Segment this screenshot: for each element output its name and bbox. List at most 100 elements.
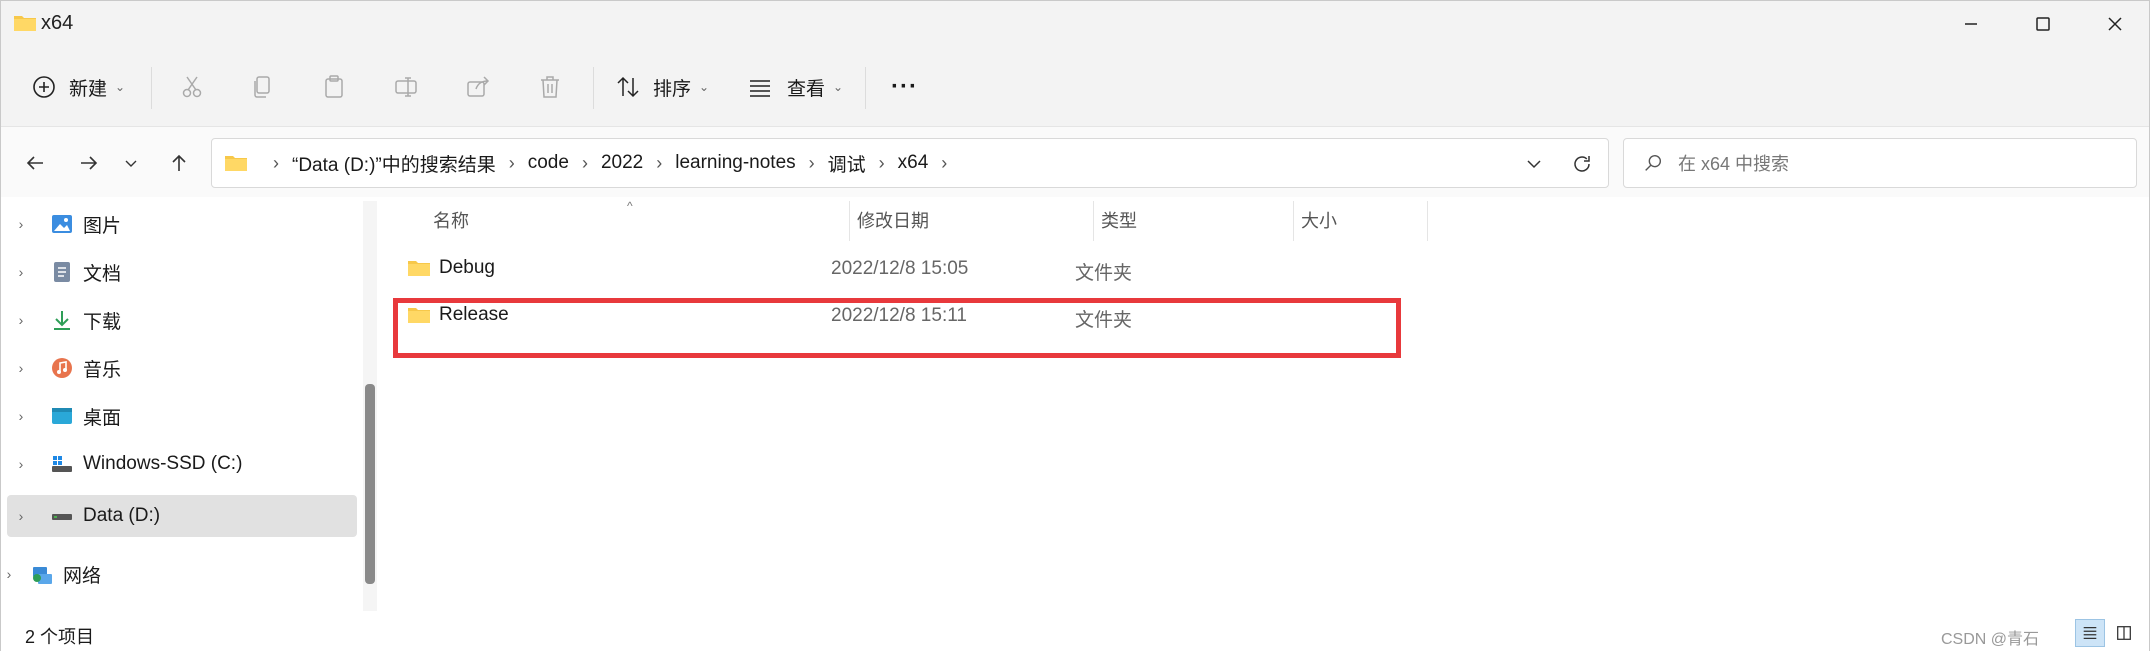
tiles-view-icon <box>2117 626 2131 640</box>
file-name-cell: Debug <box>407 257 495 279</box>
file-name: Debug <box>439 257 495 278</box>
watermark: CSDN @青石 <box>1941 631 2040 648</box>
cut-button[interactable] <box>179 65 205 109</box>
scissors-icon <box>182 76 202 98</box>
window-title: x64 <box>41 12 74 34</box>
sidebar-item-music[interactable]: › 音乐 <box>7 347 357 389</box>
music-icon <box>49 355 75 381</box>
chevron-right-icon[interactable]: › <box>7 264 35 280</box>
column-header-size[interactable]: 大小 <box>1301 197 1337 243</box>
folder-icon <box>408 261 430 276</box>
chevron-down-icon <box>1527 160 1541 169</box>
sidebar-item-desktop[interactable]: › 桌面 <box>7 395 357 437</box>
downloads-icon <box>49 307 75 333</box>
refresh-button[interactable] <box>1570 152 1594 176</box>
drive-c-icon <box>49 451 75 477</box>
column-header-type[interactable]: 类型 <box>1101 197 1137 243</box>
copy-button[interactable] <box>249 65 275 109</box>
minimize-icon <box>1965 23 1977 25</box>
sidebar-item-downloads[interactable]: › 下载 <box>7 299 357 341</box>
address-dropdown-button[interactable] <box>1522 152 1546 176</box>
folder-icon <box>13 13 37 33</box>
address-row: › “Data (D:)”中的搜索结果 › code › 2022 › lear… <box>1 127 2149 197</box>
sidebar-item-label: 文档 <box>83 263 122 285</box>
breadcrumb-item[interactable]: x64 <box>898 152 929 174</box>
view-button[interactable]: 查看 ⌄ <box>747 65 843 109</box>
chevron-right-icon[interactable]: › <box>7 508 35 524</box>
breadcrumb-item[interactable]: learning-notes <box>675 152 795 174</box>
chevron-down-icon: ⌄ <box>115 80 126 94</box>
arrow-right-icon <box>81 156 98 170</box>
chevron-right-icon: › <box>878 152 885 173</box>
status-bar: 2 个项目 CSDN @青石 <box>1 615 2149 651</box>
documents-icon <box>49 259 75 285</box>
more-options-button[interactable]: ··· <box>891 65 918 109</box>
column-header-name[interactable]: 名称 <box>433 197 469 243</box>
desktop-icon <box>49 403 75 429</box>
chevron-right-icon[interactable]: › <box>0 566 23 582</box>
breadcrumb-item[interactable]: “Data (D:)”中的搜索结果 <box>292 150 496 177</box>
sidebar-item-label: 下载 <box>83 311 122 333</box>
sidebar-item-label: 图片 <box>83 215 122 237</box>
column-header-label: 名称 <box>433 211 469 231</box>
share-icon <box>467 76 490 97</box>
sort-button[interactable]: 排序 ⌄ <box>615 65 709 109</box>
sidebar-item-drive-c[interactable]: › Windows-SSD (C:) <box>7 443 357 485</box>
column-header-label: 类型 <box>1101 211 1137 231</box>
chevron-right-icon[interactable]: › <box>7 312 35 328</box>
chevron-right-icon[interactable]: › <box>7 360 35 376</box>
maximize-icon <box>2036 17 2050 31</box>
breadcrumb-item[interactable]: code <box>528 152 569 174</box>
share-button[interactable] <box>465 65 491 109</box>
back-button[interactable] <box>17 145 53 181</box>
sidebar-item-label: Windows-SSD (C:) <box>83 453 243 474</box>
add-circle-icon <box>33 76 55 98</box>
close-button[interactable] <box>2079 1 2150 47</box>
sidebar-item-network[interactable]: › 网络 <box>0 553 345 595</box>
scrollbar-thumb[interactable] <box>365 384 375 584</box>
recent-locations-button[interactable] <box>117 145 145 181</box>
minimize-button[interactable] <box>1935 1 2007 47</box>
column-divider[interactable] <box>849 201 850 241</box>
up-button[interactable] <box>161 145 197 181</box>
sort-label: 排序 <box>653 78 692 100</box>
maximize-button[interactable] <box>2007 1 2079 47</box>
details-view-icon <box>2083 626 2097 640</box>
rename-button[interactable] <box>393 65 419 109</box>
chevron-right-icon[interactable]: › <box>7 408 35 424</box>
breadcrumb-item[interactable]: 2022 <box>601 152 643 174</box>
sidebar-item-documents[interactable]: › 文档 <box>7 251 357 293</box>
column-header-modified[interactable]: 修改日期 <box>857 197 929 243</box>
paste-button[interactable] <box>321 65 347 109</box>
breadcrumb-item[interactable]: 调试 <box>828 150 866 177</box>
chevron-right-icon[interactable]: › <box>7 216 35 232</box>
chevron-right-icon: › <box>508 152 515 173</box>
toolbar-divider <box>151 67 152 109</box>
sort-icon <box>617 76 639 98</box>
column-divider[interactable] <box>1293 201 1294 241</box>
navigation-pane: › 图片 › 文档 › 下载 › 音乐 › 桌面 › Windows-SSD (… <box>1 197 381 615</box>
chevron-down-icon: ⌄ <box>833 80 844 94</box>
column-header-label: 大小 <box>1301 211 1337 231</box>
table-row[interactable]: Debug 2022/12/8 15:05 文件夹 <box>407 245 1807 291</box>
address-bar[interactable]: › “Data (D:)”中的搜索结果 › code › 2022 › lear… <box>211 138 1609 188</box>
folder-icon <box>224 153 248 173</box>
sidebar-item-pictures[interactable]: › 图片 <box>7 203 357 245</box>
tiles-view-button[interactable] <box>2109 619 2139 647</box>
column-divider[interactable] <box>1093 201 1094 241</box>
forward-button[interactable] <box>71 145 107 181</box>
paste-icon <box>325 75 343 98</box>
column-divider[interactable] <box>1427 201 1428 241</box>
toolbar-divider <box>593 67 594 109</box>
sidebar-item-drive-d[interactable]: › Data (D:) <box>7 495 357 537</box>
chevron-down-icon: ⌄ <box>699 80 710 94</box>
sidebar-scrollbar[interactable] <box>363 201 377 611</box>
search-input[interactable]: 在 x64 中搜索 <box>1678 150 1789 176</box>
pictures-icon <box>49 211 75 237</box>
delete-button[interactable] <box>537 65 563 109</box>
search-box[interactable]: 在 x64 中搜索 <box>1623 138 2137 188</box>
details-view-button[interactable] <box>2075 619 2105 647</box>
command-bar: 新建 ⌄ 排序 ⌄ 查看 ⌄ ··· <box>1 47 2149 127</box>
chevron-right-icon[interactable]: › <box>7 456 35 472</box>
new-button[interactable]: 新建 ⌄ <box>31 65 125 109</box>
